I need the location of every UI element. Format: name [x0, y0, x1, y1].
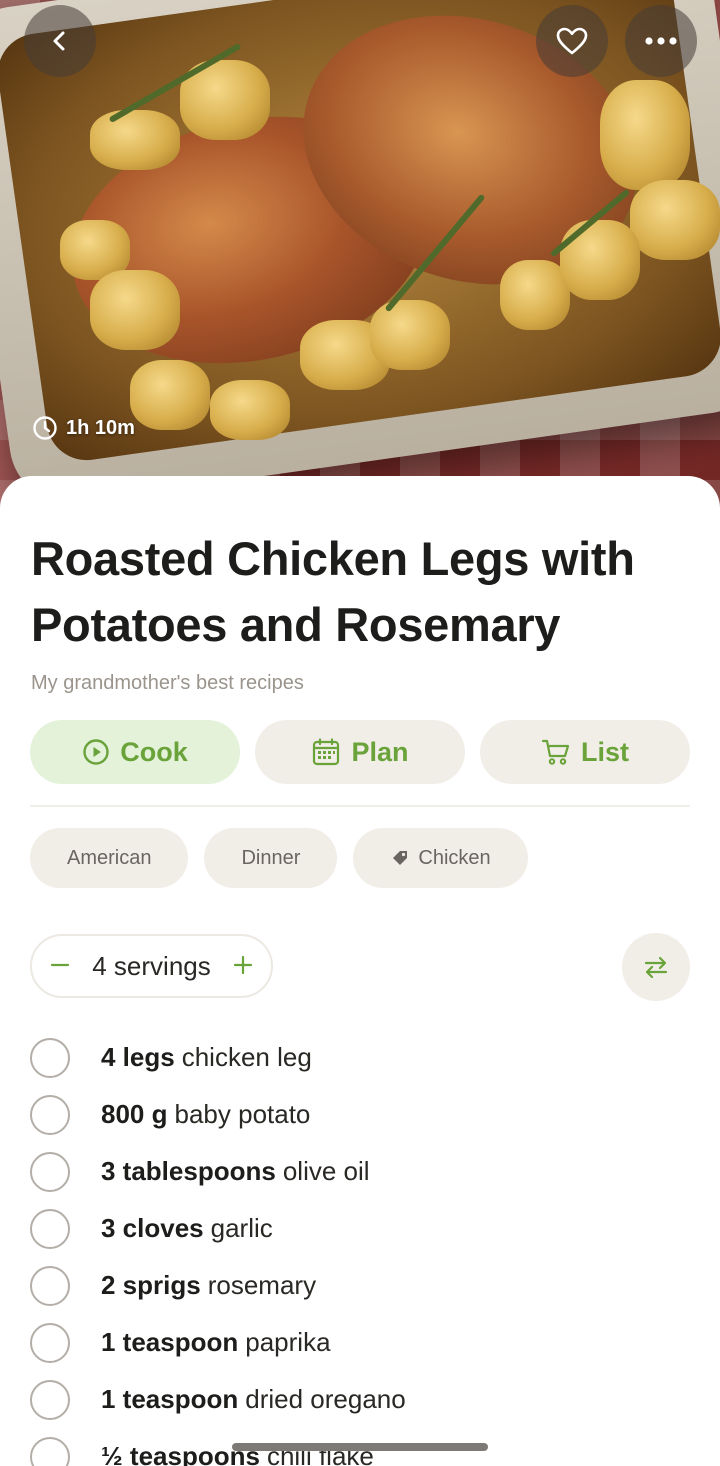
ingredient-checkbox[interactable]: [30, 1208, 70, 1249]
ingredient-name: chicken leg: [181, 1042, 312, 1072]
cook-button-label: Cook: [120, 736, 188, 767]
list-button-label: List: [580, 736, 629, 767]
heart-icon: [556, 27, 588, 55]
ingredient-row: 1 teaspoon paprika: [30, 1314, 406, 1371]
servings-stepper: 4 servings: [30, 934, 273, 998]
ingredient-checkbox[interactable]: [30, 1436, 70, 1466]
ingredient-name: baby potato: [174, 1099, 311, 1129]
servings-label: 4 servings: [92, 950, 211, 981]
ingredient-row: 800 g baby potato: [30, 1086, 406, 1143]
more-dots-icon: [645, 37, 677, 45]
ingredient-checkbox[interactable]: [30, 1379, 70, 1420]
ingredient-quantity: 800 g: [101, 1099, 168, 1129]
ingredient-list: 4 legs chicken leg 800 g baby potato 3 t…: [30, 1029, 406, 1466]
favorite-button[interactable]: [536, 5, 608, 77]
play-circle-icon: [83, 739, 109, 765]
ingredient-checkbox[interactable]: [30, 1151, 70, 1192]
tag-chip[interactable]: Chicken: [353, 828, 528, 888]
recipe-hero-image: 1h 10m: [0, 0, 720, 520]
ingredient-checkbox[interactable]: [30, 1265, 70, 1306]
tag-label: Dinner: [241, 846, 301, 869]
chevron-left-icon: [53, 31, 65, 51]
tag-label: American: [67, 846, 152, 869]
cook-time-label: 1h 10m: [66, 416, 135, 439]
plan-button[interactable]: Plan: [255, 720, 465, 784]
ingredient-row: 1 teaspoon dried oregano: [30, 1371, 406, 1428]
ingredient-checkbox[interactable]: [30, 1322, 70, 1363]
ingredient-row: 4 legs chicken leg: [30, 1029, 406, 1086]
ingredient-quantity: 1 teaspoon: [101, 1327, 239, 1357]
clock-icon: [33, 416, 57, 440]
cook-button[interactable]: Cook: [30, 720, 240, 784]
ingredient-quantity: 1 teaspoon: [101, 1384, 239, 1414]
tag-list: American Dinner Chicken: [30, 828, 528, 888]
increase-servings-button[interactable]: [233, 951, 253, 981]
home-indicator[interactable]: [232, 1443, 488, 1451]
divider: [30, 805, 690, 807]
ingredient-name: garlic: [210, 1213, 273, 1243]
cook-time: 1h 10m: [32, 415, 135, 441]
ingredient-quantity: 2 sprigs: [101, 1270, 201, 1300]
decrease-servings-button[interactable]: [50, 951, 70, 981]
ingredient-row: 3 tablespoons olive oil: [30, 1143, 406, 1200]
shopping-list-button[interactable]: List: [480, 720, 690, 784]
cart-icon: [541, 739, 570, 765]
calendar-icon: [313, 738, 340, 766]
ingredient-row: 3 cloves garlic: [30, 1200, 406, 1257]
tag-icon: [393, 851, 408, 865]
recipe-title: Roasted Chicken Legs with Potatoes and R…: [31, 532, 635, 651]
ingredient-checkbox[interactable]: [30, 1037, 70, 1078]
tag-chip[interactable]: American: [30, 828, 189, 888]
ingredient-row: 2 sprigs rosemary: [30, 1257, 406, 1314]
plus-icon: [233, 955, 253, 975]
ingredient-name: rosemary: [207, 1270, 317, 1300]
minus-icon: [50, 963, 70, 967]
ingredient-name: olive oil: [282, 1156, 370, 1186]
ingredient-name: paprika: [245, 1327, 331, 1357]
ingredient-checkbox[interactable]: [30, 1094, 70, 1135]
convert-units-button[interactable]: [622, 933, 690, 1001]
action-bar: Cook Plan List: [30, 720, 690, 784]
ingredient-quantity: 4 legs: [101, 1042, 175, 1072]
tag-chip[interactable]: Dinner: [204, 828, 338, 888]
plan-button-label: Plan: [351, 736, 409, 767]
ingredient-quantity: 3 tablespoons: [101, 1156, 276, 1186]
recipe-detail-sheet: Roasted Chicken Legs with Potatoes and R…: [0, 476, 720, 1466]
tag-label: Chicken: [418, 846, 491, 869]
back-button[interactable]: [24, 5, 96, 77]
ingredient-quantity: 3 cloves: [101, 1213, 204, 1243]
swap-arrows-icon: [644, 956, 668, 979]
recipe-collection[interactable]: My grandmother's best recipes: [31, 672, 304, 695]
ingredient-name: dried oregano: [245, 1384, 406, 1414]
more-options-button[interactable]: [625, 5, 697, 77]
